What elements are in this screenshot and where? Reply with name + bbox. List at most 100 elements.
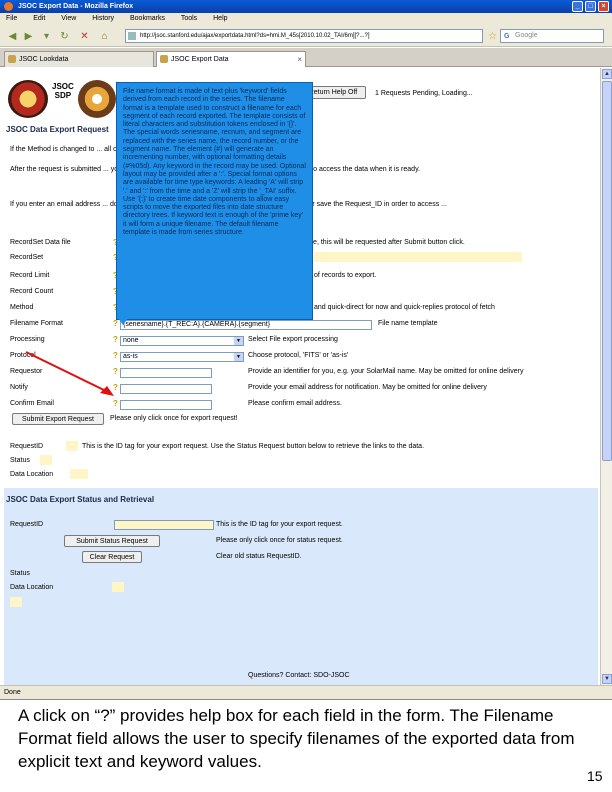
field-label: Record Limit — [10, 272, 50, 279]
page-content: JSOC SDP Return Help Off 1 Requests Pend… — [0, 68, 600, 685]
field-desc: and quick-direct for now and quick-repli… — [314, 304, 495, 311]
close-tab-icon[interactable]: × — [297, 52, 302, 67]
browser-status-text: Done — [4, 689, 21, 696]
request-id-label: RequestID — [10, 443, 44, 450]
s2-request-id-input[interactable] — [114, 520, 214, 530]
field-label: RecordSet — [10, 254, 44, 261]
field-desc: of records to export. — [314, 272, 377, 279]
browser-status-bar: Done — [0, 685, 612, 699]
site-icon — [128, 32, 136, 40]
status-request-note: Please only click once for status reques… — [216, 537, 343, 544]
scroll-down-icon[interactable]: ▼ — [602, 674, 612, 684]
menu-file[interactable]: File — [6, 15, 17, 22]
tab-label: JSOC Export Data — [171, 56, 229, 63]
red-arrow-annotation — [25, 351, 114, 396]
field-desc: Select File export processing — [248, 336, 338, 343]
tab-label: JSOC Lookdata — [19, 56, 69, 63]
field-label: Record Count — [10, 288, 54, 295]
url-text: http://jsoc.stanford.edu/ajax/exportdata… — [140, 33, 370, 39]
sdo-logo — [78, 80, 116, 118]
home-icon[interactable]: ⌂ — [98, 30, 111, 43]
status-request-button[interactable]: Submit Status Request — [64, 535, 160, 547]
tab-favicon — [160, 55, 168, 63]
status-label: Status — [10, 457, 30, 464]
menu-bookmarks[interactable]: Bookmarks — [130, 15, 165, 22]
tab-jsoc-export-data[interactable]: JSOC Export Data × — [156, 51, 306, 67]
submit-export-button[interactable]: Submit Export Request — [12, 413, 104, 425]
field-desc: Please confirm email address. — [248, 400, 342, 407]
vertical-scrollbar[interactable]: ▲ ▼ — [600, 68, 612, 685]
filename-format-help-popup: File name format is made of text plus 'k… — [116, 82, 313, 320]
chevron-down-icon: ▼ — [234, 337, 243, 345]
data-location-value — [70, 469, 88, 479]
browser-screenshot: JSOC Export Data - Mozilla Firefox _ □ ×… — [0, 0, 612, 700]
scroll-up-icon[interactable]: ▲ — [602, 69, 612, 79]
slide-caption: A click on “?” provides help box for eac… — [18, 706, 575, 771]
s2-data-location-value — [112, 582, 124, 592]
s2-request-id-desc: This is the ID tag for your export reque… — [216, 521, 343, 528]
field-desc: Provide an identifier for you, e.g. your… — [248, 368, 524, 375]
menu-history[interactable]: History — [92, 15, 114, 22]
request-id-desc: This is the ID tag for your export reque… — [82, 443, 425, 450]
popup-pointer — [118, 318, 128, 325]
logo-text: JSOC SDP — [52, 82, 74, 100]
field-label: Processing — [10, 336, 45, 343]
page-number: 15 — [587, 768, 603, 784]
minimize-icon[interactable]: _ — [572, 1, 583, 12]
field-desc: File name template — [378, 320, 438, 327]
field-label: Filename Format — [10, 320, 63, 327]
s2-status-label: Status — [10, 570, 30, 577]
bookmark-star-icon[interactable]: ☆ — [486, 30, 499, 43]
menu-bar: File Edit View History Bookmarks Tools H… — [0, 13, 612, 25]
request-id-value — [66, 441, 78, 451]
chevron-down-icon: ▼ — [234, 353, 243, 361]
s2-extra-value — [10, 597, 22, 607]
navigation-toolbar: ◀ ▶ ▾ ↻ ✕ ⌂ http://jsoc.stanford.edu/aja… — [0, 25, 612, 47]
processing-select[interactable]: none ▼ — [120, 336, 244, 346]
window-title: JSOC Export Data - Mozilla Firefox — [18, 3, 134, 10]
footer-contact: Questions? Contact: SDO-JSOC — [248, 672, 350, 679]
field-label: Method — [10, 304, 34, 311]
menu-view[interactable]: View — [61, 15, 76, 22]
jsoc-logo — [8, 80, 48, 118]
tab-jsoc-lookdata[interactable]: JSOC Lookdata — [4, 51, 154, 67]
window-titlebar: JSOC Export Data - Mozilla Firefox _ □ × — [0, 0, 612, 13]
firefox-icon — [4, 2, 13, 11]
clear-request-button[interactable]: Clear Request — [82, 551, 142, 563]
recordset-input[interactable] — [314, 252, 522, 262]
submit-note: Please only click once for export reques… — [110, 415, 238, 422]
search-input[interactable]: G Google — [500, 29, 604, 43]
s2-request-id-label: RequestID — [10, 521, 44, 528]
address-bar[interactable]: http://jsoc.stanford.edu/ajax/exportdata… — [125, 29, 483, 43]
field-desc: Provide your email address for notificat… — [248, 384, 487, 391]
menu-tools[interactable]: Tools — [181, 15, 197, 22]
status-value — [40, 455, 52, 465]
pending-status: 1 Requests Pending, Loading... — [375, 90, 473, 97]
filename-format-input[interactable]: {seriesname}.{T_REC:A}.{CAMERA}.{segment… — [120, 320, 372, 330]
search-placeholder: Google — [515, 32, 538, 39]
help-question-icon[interactable]: ? — [113, 335, 118, 344]
dropdown-icon[interactable]: ▾ — [40, 30, 53, 43]
maximize-icon[interactable]: □ — [585, 1, 596, 12]
clear-request-note: Clear old status RequestID. — [216, 553, 302, 560]
status-retrieval-panel: JSOC Data Export Status and Retrieval Re… — [4, 488, 598, 685]
tab-bar: JSOC Lookdata JSOC Export Data × — [0, 48, 612, 67]
close-icon[interactable]: × — [598, 1, 609, 12]
field-desc: file, this will be requested after Submi… — [308, 239, 465, 246]
back-icon[interactable]: ◀ — [6, 30, 19, 43]
processing-value: none — [123, 337, 139, 344]
section-title-request: JSOC Data Export Request — [6, 125, 109, 134]
section-title-status: JSOC Data Export Status and Retrieval — [6, 495, 155, 504]
field-label: RecordSet Data file — [10, 239, 71, 246]
forward-icon[interactable]: ▶ — [22, 30, 35, 43]
s2-data-location-label: Data Location — [10, 584, 54, 591]
field-desc: Choose protocol, 'FITS' or 'as-is' — [248, 352, 349, 359]
menu-edit[interactable]: Edit — [33, 15, 45, 22]
google-icon: G — [504, 33, 510, 40]
scroll-thumb[interactable] — [602, 81, 612, 461]
tab-favicon — [8, 55, 16, 63]
stop-icon[interactable]: ✕ — [78, 30, 91, 43]
menu-help[interactable]: Help — [213, 15, 227, 22]
data-location-label: Data Location — [10, 471, 54, 478]
reload-icon[interactable]: ↻ — [58, 30, 71, 43]
